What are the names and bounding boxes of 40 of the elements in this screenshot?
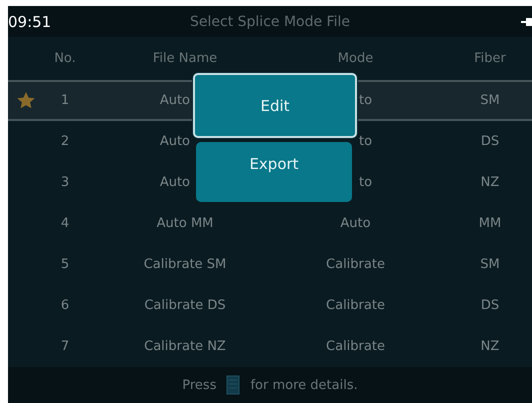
table-cell: Calibrate [326, 298, 385, 313]
table-cell: 3 [60, 175, 70, 190]
table-cell: Calibrate [326, 339, 385, 354]
column-header: Fiber [473, 51, 507, 66]
table-cell: Auto [160, 134, 190, 149]
book-icon [226, 375, 240, 395]
table-cell: Calibrate SM [144, 257, 226, 272]
table-cell: to [359, 134, 372, 149]
table-cell: MM [478, 216, 502, 231]
footer-text: Press [182, 378, 216, 392]
column-header: Mode [336, 51, 374, 66]
table-cell: to [359, 175, 372, 190]
popup-menu[interactable]: Edit [193, 73, 357, 138]
table-cell: DS [480, 134, 500, 149]
table-cell: SM [480, 93, 500, 108]
footer-text: for more details. [250, 378, 358, 392]
popup-menu[interactable]: Export [196, 142, 352, 202]
column-header: No. [53, 51, 77, 66]
table-cell: 7 [60, 339, 70, 354]
table-cell: NZ [480, 175, 500, 190]
table-cell: 6 [60, 298, 70, 313]
plug-icon [521, 16, 532, 26]
screen-title: Select Splice Mode File [190, 14, 350, 30]
table-cell: Auto [160, 175, 190, 190]
table-cell: Auto [160, 93, 190, 108]
table-cell: DS [480, 298, 500, 313]
table-cell: SM [480, 257, 500, 272]
table-cell: NZ [480, 339, 500, 354]
table-cell: 5 [60, 257, 70, 272]
table-cell: Calibrate [326, 257, 385, 272]
table-cell: Auto MM [156, 216, 214, 231]
table-cell: 4 [60, 216, 70, 231]
table-cell: Calibrate NZ [144, 339, 226, 354]
table-cell: to [359, 93, 372, 108]
column-header: File Name [152, 51, 218, 66]
table-cell: Calibrate DS [144, 298, 226, 313]
table-cell: 2 [60, 134, 70, 149]
table-cell: 1 [60, 93, 70, 108]
clock-time: 09:51 [8, 12, 52, 30]
table-cell: Auto [340, 216, 371, 231]
